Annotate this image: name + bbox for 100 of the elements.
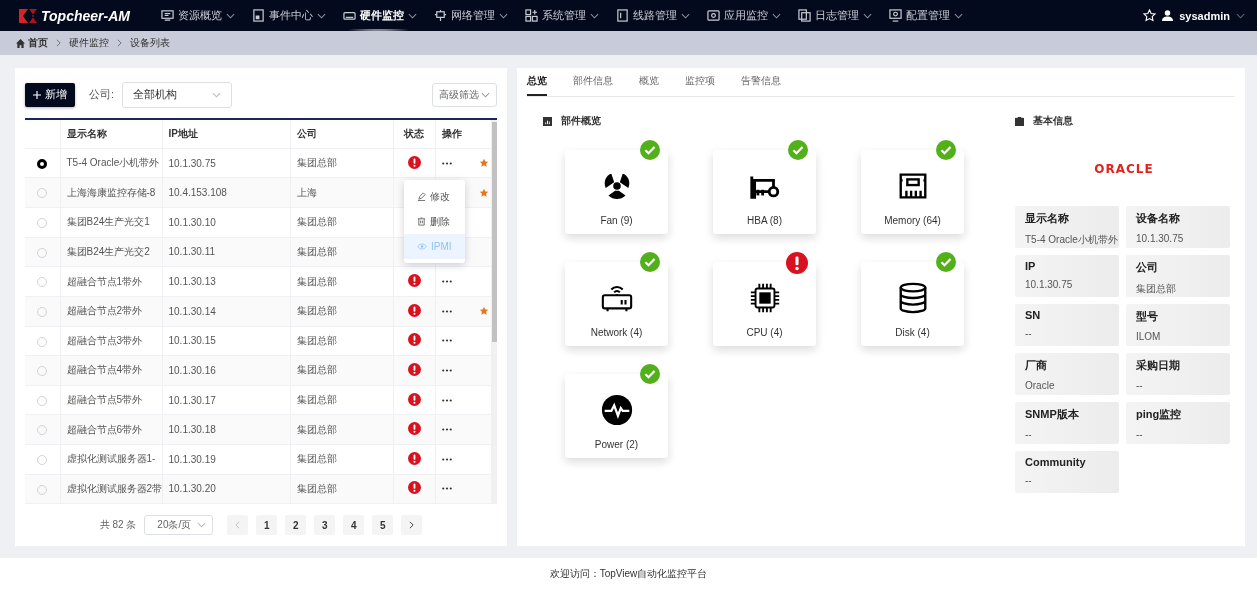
component-card[interactable]: CPU (4): [713, 262, 816, 346]
more-icon[interactable]: [441, 398, 452, 402]
component-label: HBA (8): [747, 215, 782, 226]
table-cell: 超融合节点3带外: [66, 334, 143, 346]
tab[interactable]: 监控项: [685, 68, 715, 96]
caret-icon: [499, 12, 508, 19]
table-cell: 集团总部: [296, 453, 337, 465]
component-label: Fan (9): [600, 215, 633, 226]
info-label: 厂商: [1025, 358, 1048, 373]
breadcrumb-link[interactable]: 设备列表: [130, 36, 170, 50]
more-icon[interactable]: [441, 280, 452, 284]
caret-icon: [681, 12, 690, 19]
component-card[interactable]: HBA (8): [713, 150, 816, 234]
table-cell: 虚拟化测试服务器1-: [66, 453, 156, 465]
info-value: ILOM: [1136, 331, 1162, 342]
table-cell: 10.1.30.14: [168, 305, 216, 317]
radio-button[interactable]: [37, 158, 48, 169]
component-card[interactable]: Fan (9): [565, 150, 668, 234]
company-select[interactable]: 全部机构: [122, 81, 233, 108]
table-cell: 10.1.30.18: [168, 424, 216, 436]
user-icon[interactable]: [1162, 10, 1174, 21]
advanced-filter-button[interactable]: 高级筛选: [432, 82, 497, 107]
info-label: Community: [1025, 456, 1087, 468]
component-card[interactable]: Power (2): [565, 374, 668, 458]
username[interactable]: sysadmin: [1179, 9, 1230, 22]
caret-icon: [590, 12, 599, 19]
info-label: SN: [1025, 309, 1042, 321]
more-icon[interactable]: [441, 368, 452, 372]
plus-icon: [33, 90, 41, 99]
clipboard-icon: [1015, 116, 1024, 126]
nav-menu-item[interactable]: 配置管理: [889, 0, 980, 31]
table-cell: 10.1.30.17: [168, 394, 216, 406]
table-cell: 10.1.30.11: [168, 246, 216, 258]
info-label: 公司: [1136, 260, 1159, 275]
caret-icon: [481, 91, 490, 98]
table-cell: 集团总部: [296, 246, 337, 257]
info-label: 采购日期: [1136, 358, 1181, 373]
breadcrumb-link[interactable]: 硬件监控: [69, 36, 109, 50]
nav-menu-item[interactable]: 事件中心: [252, 0, 343, 31]
table-cell: 10.1.30.16: [168, 364, 216, 376]
table-cell: 10.1.30.13: [168, 276, 216, 288]
menu-item[interactable]: 删除: [404, 209, 465, 234]
page-button[interactable]: 4: [343, 515, 365, 536]
info-value: 10.1.30.75: [1025, 279, 1074, 290]
component-card[interactable]: Network (4): [565, 262, 668, 346]
menu-item[interactable]: 修改: [404, 184, 465, 209]
nav-menu-item[interactable]: 硬件监控: [343, 0, 434, 31]
table-cell: 集团B24生产光交2: [66, 246, 150, 257]
more-icon[interactable]: [441, 339, 452, 343]
more-icon[interactable]: [441, 428, 452, 432]
table-cell: 集团总部: [296, 305, 337, 317]
table-cell: 集团总部: [296, 275, 337, 287]
table-cell: 集团总部: [296, 334, 337, 346]
nav-menu-item[interactable]: 日志管理: [798, 0, 889, 31]
caret-icon: [197, 522, 207, 529]
nav-menu-item[interactable]: 应用监控: [707, 0, 798, 31]
nav-menu-item[interactable]: 网络管理: [434, 0, 525, 31]
logo-icon: [18, 6, 38, 25]
component-label: CPU (4): [746, 327, 783, 338]
table-cell: 集团总部: [296, 157, 337, 169]
pencil-icon: [417, 192, 426, 201]
page-button[interactable]: 2: [285, 515, 307, 536]
page-button[interactable]: 3: [314, 515, 336, 536]
component-card[interactable]: Memory (64): [861, 150, 964, 234]
tab[interactable]: 告警信息: [741, 68, 781, 96]
more-icon[interactable]: [441, 309, 452, 313]
company-label: 公司:: [89, 87, 115, 103]
component-label: Disk (4): [895, 327, 930, 338]
nav-menu-item[interactable]: 系统管理: [525, 0, 616, 31]
table-cell: 上海: [296, 186, 317, 198]
page-button[interactable]: 1: [256, 515, 278, 536]
home-icon: [16, 38, 25, 48]
tab[interactable]: 部件信息: [573, 68, 613, 96]
column-header: 操作: [441, 127, 462, 139]
star-icon[interactable]: [478, 158, 489, 169]
star-icon[interactable]: [1143, 9, 1157, 22]
more-icon[interactable]: [441, 487, 452, 491]
star-icon[interactable]: [478, 187, 489, 198]
tab[interactable]: 概览: [639, 68, 659, 96]
info-label: SNMP版本: [1025, 407, 1080, 422]
info-value: --: [1136, 429, 1144, 440]
drive-icon: [343, 9, 356, 22]
component-label: Power (2): [594, 439, 639, 450]
nav-menu-item[interactable]: 线路管理: [616, 0, 707, 31]
add-button[interactable]: 新增: [25, 82, 75, 107]
more-icon[interactable]: [441, 457, 452, 461]
component-card[interactable]: Disk (4): [861, 262, 964, 346]
more-icon[interactable]: [441, 161, 452, 165]
page-size-select[interactable]: 20条/页: [144, 515, 214, 536]
info-label: IP: [1025, 260, 1037, 272]
breadcrumb-link[interactable]: 首页: [28, 36, 48, 50]
nav-menu-item[interactable]: 资源概览: [161, 0, 252, 31]
logo-text: Topcheer-AM: [41, 7, 130, 24]
table-cell: T5-4 Oracle小机带外: [66, 157, 160, 169]
page-button[interactable]: 5: [372, 515, 394, 536]
tab[interactable]: 总览: [527, 68, 547, 96]
info-value: --: [1025, 475, 1033, 486]
column-header: 显示名称: [66, 127, 107, 139]
star-icon[interactable]: [478, 306, 489, 317]
scrollbar-thumb[interactable]: [491, 121, 497, 342]
